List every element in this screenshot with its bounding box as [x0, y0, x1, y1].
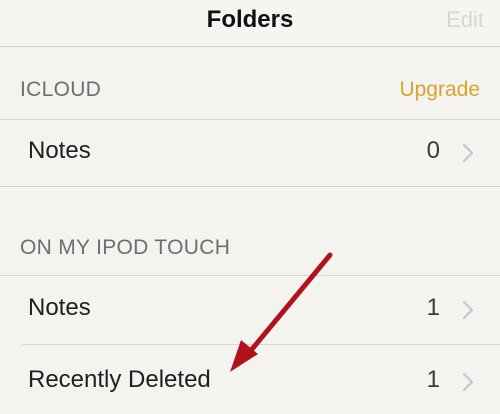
chevron-right-icon	[462, 300, 474, 320]
chevron-right-icon	[462, 143, 474, 163]
page-title: Folders	[206, 6, 294, 33]
section-divider	[0, 186, 500, 187]
navigation-bar: Folders Edit	[0, 0, 500, 46]
folder-note-count: 1	[426, 366, 440, 393]
upgrade-button[interactable]: Upgrade	[399, 78, 480, 102]
edit-button[interactable]: Edit	[446, 7, 484, 33]
navbar-divider	[0, 46, 500, 47]
folder-row-recently-deleted[interactable]: Recently Deleted 1	[0, 348, 500, 414]
row-divider	[22, 344, 500, 345]
folder-row-icloud-notes[interactable]: Notes 0	[0, 119, 500, 185]
section-header-icloud: ICLOUD	[20, 78, 102, 101]
chevron-right-icon	[462, 372, 474, 392]
folder-name: Recently Deleted	[28, 366, 211, 393]
folder-note-count: 1	[426, 294, 440, 321]
folder-name: Notes	[28, 294, 91, 321]
folder-name: Notes	[28, 137, 91, 164]
folder-row-local-notes[interactable]: Notes 1	[0, 276, 500, 342]
section-header-on-my-ipod-touch: ON MY IPOD TOUCH	[20, 236, 231, 259]
folder-note-count: 0	[426, 137, 440, 164]
